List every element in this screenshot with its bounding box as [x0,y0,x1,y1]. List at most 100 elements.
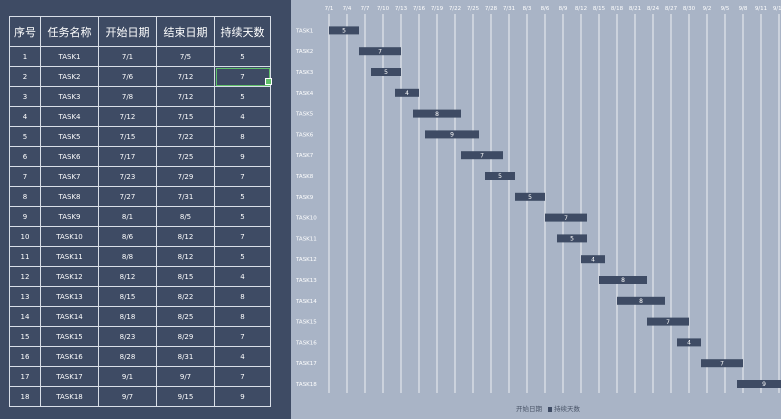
cell-start-date[interactable]: 7/12 [98,106,157,127]
header-end-date[interactable]: 结束日期 [156,16,215,47]
cell-end-date[interactable]: 7/25 [156,146,215,167]
cell-task-name[interactable]: TASK4 [40,106,99,127]
cell-index[interactable]: 3 [9,86,41,107]
cell-task-name[interactable]: TASK6 [40,146,99,167]
cell-end-date[interactable]: 8/12 [156,226,215,247]
cell-task-name[interactable]: TASK1 [40,46,99,67]
cell-duration[interactable]: 5 [214,46,271,67]
cell-duration[interactable]: 7 [214,326,271,347]
cell-task-name[interactable]: TASK2 [40,66,99,87]
y-category-label: TASK1 [295,28,313,34]
cell-duration[interactable]: 7 [214,366,271,387]
cell-start-date[interactable]: 7/15 [98,126,157,147]
cell-start-date[interactable]: 7/8 [98,86,157,107]
cell-index[interactable]: 10 [9,226,41,247]
cell-end-date[interactable]: 8/25 [156,306,215,327]
cell-index[interactable]: 6 [9,146,41,167]
cell-task-name[interactable]: TASK7 [40,166,99,187]
cell-task-name[interactable]: TASK10 [40,226,99,247]
cell-start-date[interactable]: 7/27 [98,186,157,207]
cell-index[interactable]: 5 [9,126,41,147]
cell-index[interactable]: 18 [9,386,41,407]
cell-start-date[interactable]: 8/1 [98,206,157,227]
cell-duration[interactable]: 7 [214,226,271,247]
cell-index[interactable]: 1 [9,46,41,67]
cell-start-date[interactable]: 7/1 [98,46,157,67]
cell-task-name[interactable]: TASK12 [40,266,99,287]
cell-duration[interactable]: 4 [214,346,271,367]
cell-index[interactable]: 13 [9,286,41,307]
cell-end-date[interactable]: 8/29 [156,326,215,347]
cell-duration[interactable]: 4 [214,106,271,127]
header-duration[interactable]: 持续天数 [214,16,271,47]
cell-duration[interactable]: 9 [214,386,271,407]
cell-index[interactable]: 17 [9,366,41,387]
cell-duration[interactable]: 8 [214,126,271,147]
cell-start-date[interactable]: 8/15 [98,286,157,307]
cell-task-name[interactable]: TASK14 [40,306,99,327]
cell-duration[interactable]: 5 [214,186,271,207]
cell-task-name[interactable]: TASK5 [40,126,99,147]
cell-end-date[interactable]: 8/31 [156,346,215,367]
cell-end-date[interactable]: 7/5 [156,46,215,67]
x-tick-label: 8/12 [575,6,587,12]
cell-duration[interactable]: 5 [214,86,271,107]
cell-start-date[interactable]: 8/28 [98,346,157,367]
cell-index[interactable]: 15 [9,326,41,347]
cell-task-name[interactable]: TASK9 [40,206,99,227]
cell-end-date[interactable]: 9/7 [156,366,215,387]
cell-task-name[interactable]: TASK15 [40,326,99,347]
cell-duration[interactable]: 8 [214,286,271,307]
cell-start-date[interactable]: 7/6 [98,66,157,87]
cell-task-name[interactable]: TASK18 [40,386,99,407]
header-index[interactable]: 序号 [9,16,41,47]
cell-end-date[interactable]: 7/12 [156,66,215,87]
cell-start-date[interactable]: 8/23 [98,326,157,347]
cell-task-name[interactable]: TASK8 [40,186,99,207]
cell-index[interactable]: 11 [9,246,41,267]
cell-start-date[interactable]: 9/1 [98,366,157,387]
cell-index[interactable]: 4 [9,106,41,127]
cell-task-name[interactable]: TASK11 [40,246,99,267]
cell-end-date[interactable]: 8/22 [156,286,215,307]
cell-end-date[interactable]: 7/22 [156,126,215,147]
cell-start-date[interactable]: 9/7 [98,386,157,407]
x-tick-label: 8/15 [593,6,606,12]
cell-start-date[interactable]: 7/23 [98,166,157,187]
cell-index[interactable]: 12 [9,266,41,287]
cell-start-date[interactable]: 8/12 [98,266,157,287]
cell-end-date[interactable]: 7/31 [156,186,215,207]
cell-duration[interactable]: 5 [214,246,271,267]
cell-index[interactable]: 16 [9,346,41,367]
cell-start-date[interactable]: 8/18 [98,306,157,327]
header-start-date[interactable]: 开始日期 [98,16,157,47]
cell-end-date[interactable]: 7/29 [156,166,215,187]
cell-end-date[interactable]: 9/15 [156,386,215,407]
cell-task-name[interactable]: TASK13 [40,286,99,307]
cell-index[interactable]: 7 [9,166,41,187]
cell-end-date[interactable]: 8/5 [156,206,215,227]
cell-duration[interactable]: 8 [214,306,271,327]
cell-end-date[interactable]: 7/15 [156,106,215,127]
cell-task-name[interactable]: TASK17 [40,366,99,387]
cell-end-date[interactable]: 8/12 [156,246,215,267]
cell-start-date[interactable]: 8/8 [98,246,157,267]
header-task-name[interactable]: 任务名称 [40,16,99,47]
cell-index[interactable]: 2 [9,66,41,87]
cell-duration[interactable]: 4 [214,266,271,287]
cell-start-date[interactable]: 8/6 [98,226,157,247]
cell-index[interactable]: 14 [9,306,41,327]
cell-end-date[interactable]: 7/12 [156,86,215,107]
cell-duration[interactable]: 9 [214,146,271,167]
bar-data-label: 5 [342,28,346,35]
selection-fill-handle[interactable] [265,78,272,85]
cell-index[interactable]: 8 [9,186,41,207]
cell-task-name[interactable]: TASK3 [40,86,99,107]
cell-duration[interactable]: 7 [214,66,271,87]
cell-start-date[interactable]: 7/17 [98,146,157,167]
cell-end-date[interactable]: 8/15 [156,266,215,287]
cell-index[interactable]: 9 [9,206,41,227]
cell-task-name[interactable]: TASK16 [40,346,99,367]
cell-duration[interactable]: 7 [214,166,271,187]
cell-duration[interactable]: 5 [214,206,271,227]
